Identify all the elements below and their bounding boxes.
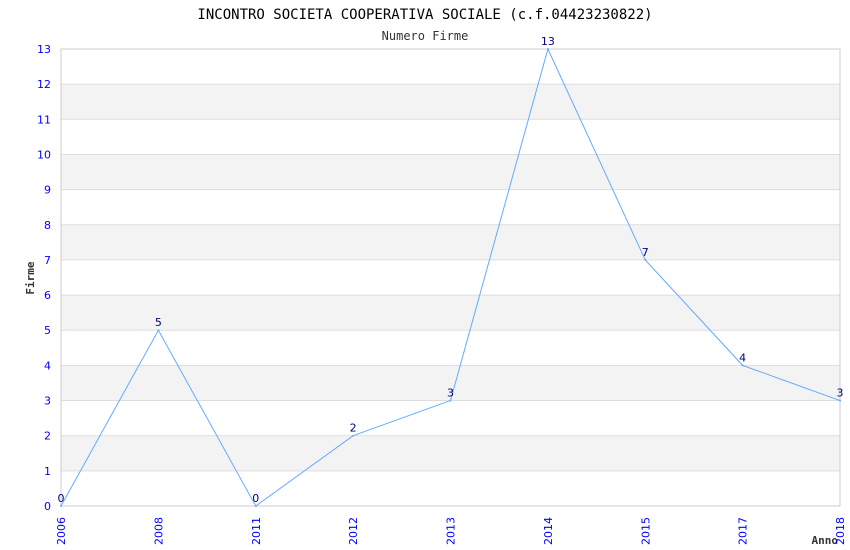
x-tick-label: 2014	[542, 517, 555, 545]
y-tick-label: 4	[44, 359, 51, 372]
data-point	[644, 258, 647, 261]
y-tick-label: 12	[37, 78, 51, 91]
x-tick-label: 2012	[347, 517, 360, 545]
y-tick-label: 1	[44, 465, 51, 478]
y-tick-label: 10	[37, 148, 51, 161]
data-label: 3	[447, 387, 454, 400]
data-label: 2	[350, 422, 357, 435]
y-tick-label: 9	[44, 184, 51, 197]
y-axis-label: Firme	[24, 261, 37, 294]
x-tick-label: 2018	[834, 517, 847, 545]
data-label: 7	[642, 246, 649, 259]
y-tick-label: 13	[37, 43, 51, 56]
line-chart: INCONTRO SOCIETA COOPERATIVA SOCIALE (c.…	[24, 7, 847, 547]
y-tick-label: 0	[44, 500, 51, 513]
chart-container: INCONTRO SOCIETA COOPERATIVA SOCIALE (c.…	[0, 0, 850, 550]
grid-band	[61, 154, 840, 190]
y-tick-label: 2	[44, 430, 51, 443]
data-label: 13	[541, 35, 555, 48]
y-tick-label: 6	[44, 289, 51, 302]
data-point	[157, 329, 160, 332]
x-tick-label: 2006	[55, 517, 68, 545]
y-tick-label: 7	[44, 254, 51, 267]
grid-band	[61, 435, 840, 471]
data-point	[254, 505, 257, 507]
y-tick-label: 5	[44, 324, 51, 337]
data-point	[741, 364, 744, 367]
data-label: 4	[739, 351, 746, 364]
data-label: 5	[155, 316, 162, 329]
data-label: 3	[837, 387, 844, 400]
data-point	[839, 399, 841, 402]
x-tick-label: 2013	[445, 517, 458, 545]
x-tick-label: 2008	[152, 517, 165, 545]
x-tick-label: 2011	[250, 517, 263, 545]
grid-band	[61, 224, 840, 260]
data-label: 0	[58, 492, 65, 505]
y-tick-label: 11	[37, 113, 51, 126]
data-point	[60, 505, 62, 507]
chart-subtitle: Numero Firme	[382, 29, 469, 43]
y-tick-label: 3	[44, 395, 51, 408]
y-tick-label: 8	[44, 219, 51, 232]
x-tick-label: 2017	[737, 517, 750, 545]
chart-title: INCONTRO SOCIETA COOPERATIVA SOCIALE (c.…	[197, 7, 652, 23]
data-point	[352, 434, 355, 437]
data-point	[449, 399, 452, 402]
x-tick-label: 2015	[639, 517, 652, 545]
data-point	[546, 48, 549, 50]
grid-band	[61, 295, 840, 331]
data-label: 0	[252, 492, 259, 505]
grid-band	[61, 84, 840, 120]
